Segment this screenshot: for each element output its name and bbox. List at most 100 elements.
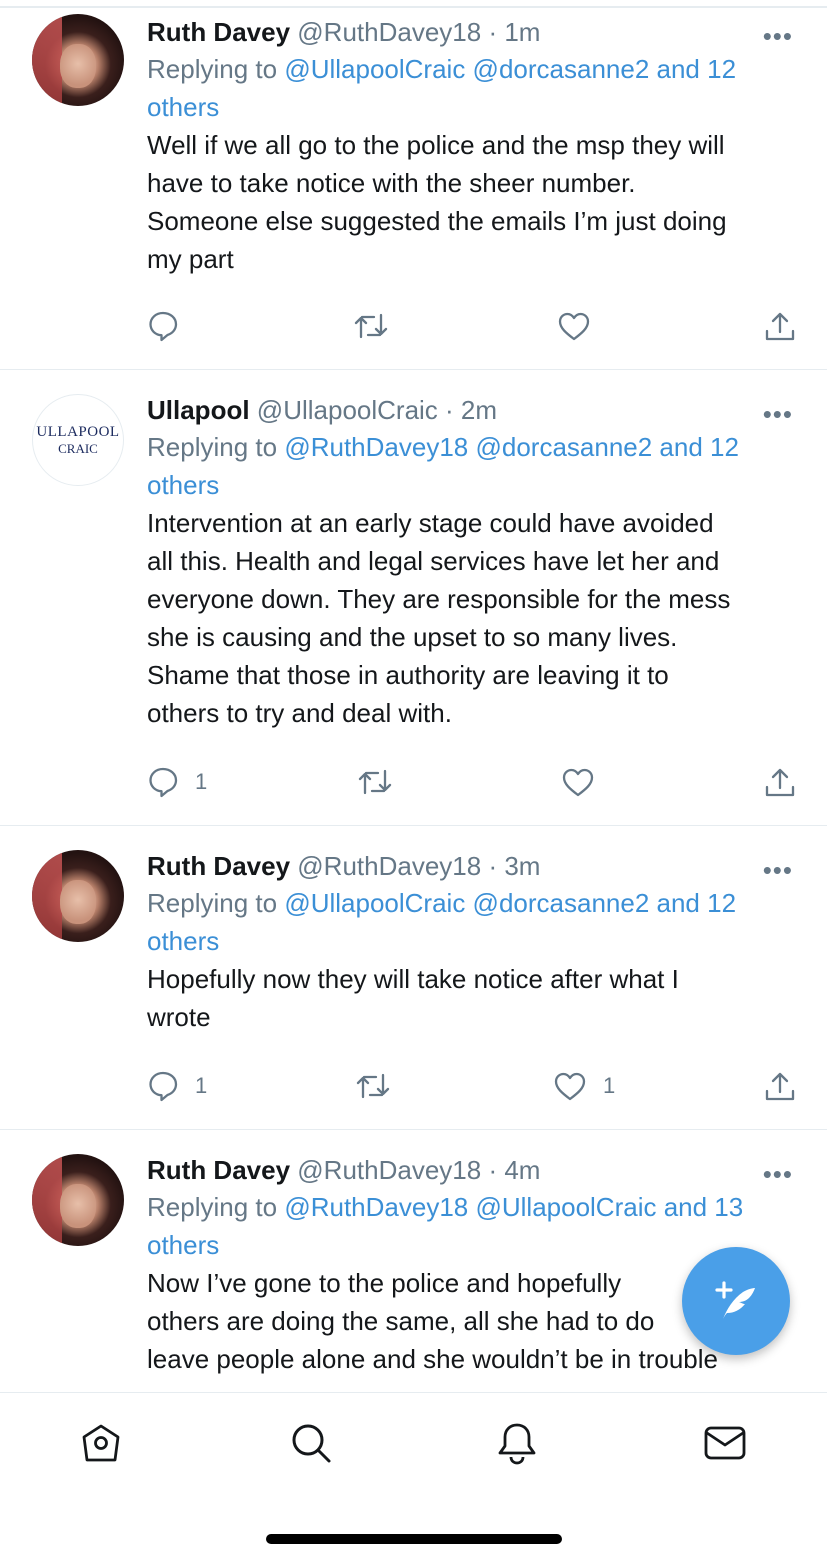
reply-icon [149,767,178,798]
tweet[interactable]: Ruth Davey @RuthDavey18 · 1m Replying to… [0,8,827,370]
tweet-text-line: my part [147,244,234,274]
retweet-icon [358,769,392,795]
replying-to: Replying to @UllapoolCraic @dorcasanne2 … [147,50,797,126]
search-icon [292,1424,331,1463]
display-name[interactable]: Ullapool [147,395,250,425]
tweet-actions: 1 1 [147,1070,799,1110]
logo-text: CRAIC [58,441,98,456]
messages-icon [704,1426,746,1460]
avatar[interactable]: ULLAPOOL CRAIC [32,394,124,486]
tweet-text-line: all this. Health and legal services have… [147,546,720,576]
tweet-header: Ruth Davey @RuthDavey18 · 3m [147,848,797,884]
tweet-text: Well if we all go to the police and the … [147,126,797,278]
retweet-icon [356,1073,390,1099]
tweet-text-line: Intervention at an early stage could hav… [147,508,714,538]
tweet[interactable]: ULLAPOOL CRAIC Ullapool @UllapoolCraic ·… [0,370,827,826]
tweet-text-line: Someone else suggested the emails I’m ju… [147,206,727,236]
tweet-text-line: Well if we all go to the police and the … [147,130,725,160]
retweet-button[interactable] [355,1070,391,1102]
handle: @RuthDavey18 [297,1155,482,1185]
share-icon [765,768,795,797]
tweet-feed: Ruth Davey @RuthDavey18 · 1m Replying to… [0,8,827,1390]
avatar[interactable] [32,14,124,106]
notifications-icon [498,1423,536,1465]
handle: @RuthDavey18 [297,17,482,47]
tab-search[interactable] [289,1421,333,1465]
tweet-header: Ruth Davey @RuthDavey18 · 1m [147,14,797,50]
timestamp: · 2m [445,395,498,425]
retweet-button[interactable] [357,766,393,798]
replying-to-label: Replying to [147,54,278,84]
display-name[interactable]: Ruth Davey [147,851,290,881]
reply-button[interactable]: 1 [147,1070,207,1102]
compose-tweet-icon [715,1281,755,1319]
display-name[interactable]: Ruth Davey [147,1155,290,1185]
tab-notifications[interactable] [495,1421,539,1465]
timestamp: · 3m [488,851,541,881]
tweet-text-line: leave people alone and she wouldn’t be i… [147,1344,718,1374]
like-button[interactable] [561,766,611,798]
tweet-text-line: others to try and deal with. [147,698,452,728]
mention-links[interactable]: @UllapoolCraic @dorcasanne2 and 12 [284,54,736,84]
logo-text: ULLAPOOL [36,424,120,440]
tab-home[interactable] [79,1421,123,1465]
timestamp: · 4m [488,1155,541,1185]
tweet-text-line: Shame that those in authority are leavin… [147,660,669,690]
replying-to: Replying to @UllapoolCraic @dorcasanne2 … [147,884,797,960]
handle: @UllapoolCraic [256,395,438,425]
share-icon [765,1072,795,1101]
reply-icon [149,1071,178,1102]
tweet-text-line: she is causing and the upset to so many … [147,622,678,652]
tweet-actions: 1 [147,766,799,806]
home-indicator [266,1534,562,1544]
like-count: 1 [603,1073,616,1098]
reply-button[interactable]: 1 [147,766,207,798]
reply-button[interactable] [147,310,195,342]
retweet-button[interactable] [353,310,389,342]
compose-tweet-button[interactable] [682,1247,790,1355]
tweet-text: Hopefully now they will take notice afte… [147,960,797,1036]
reply-count: 1 [195,1073,208,1098]
tweet[interactable]: Ruth Davey @RuthDavey18 · 3m Replying to… [0,826,827,1130]
mention-links[interactable]: @UllapoolCraic @dorcasanne2 and 12 [284,888,736,918]
mention-others-link[interactable]: others [147,1230,219,1260]
tweet-text-line: Hopefully now they will take notice afte… [147,964,679,994]
share-button[interactable] [763,1070,797,1104]
heart-icon [562,768,594,797]
like-button[interactable] [557,310,607,342]
more-options-icon[interactable]: ••• [763,1161,793,1187]
replying-to: Replying to @RuthDavey18 @UllapoolCraic … [147,1188,797,1264]
heart-icon [558,312,590,341]
more-options-icon[interactable]: ••• [763,23,793,49]
timestamp: · 1m [488,17,541,47]
tweet-header: Ullapool @UllapoolCraic · 2m [147,392,797,428]
reply-count: 1 [195,769,208,794]
mention-links[interactable]: @RuthDavey18 @dorcasanne2 and 12 [284,432,739,462]
like-button[interactable]: 1 [553,1070,615,1102]
avatar[interactable] [32,850,124,942]
share-icon [765,312,795,341]
display-name[interactable]: Ruth Davey [147,17,290,47]
home-icon [82,1424,120,1462]
tweet-text-line: have to take notice with the sheer numbe… [147,168,636,198]
reply-icon [149,311,178,342]
tweet-text-line: wrote [147,1002,211,1032]
replying-to-label: Replying to [147,432,278,462]
share-button[interactable] [763,310,797,344]
mention-others-link[interactable]: others [147,926,219,956]
tweet-actions [147,310,799,350]
heart-icon [554,1072,586,1101]
more-options-icon[interactable]: ••• [763,401,793,427]
more-options-icon[interactable]: ••• [763,857,793,883]
replying-to: Replying to @RuthDavey18 @dorcasanne2 an… [147,428,797,504]
mention-links[interactable]: @RuthDavey18 @UllapoolCraic and 13 [284,1192,743,1222]
mention-others-link[interactable]: others [147,92,219,122]
tweet-header: Ruth Davey @RuthDavey18 · 4m [147,1152,797,1188]
handle: @RuthDavey18 [297,851,482,881]
avatar[interactable] [32,1154,124,1246]
tweet-text-line: everyone down. They are responsible for … [147,584,731,614]
share-button[interactable] [763,766,797,800]
tweet-text: Intervention at an early stage could hav… [147,504,797,732]
tab-messages[interactable] [703,1421,747,1465]
mention-others-link[interactable]: others [147,470,219,500]
